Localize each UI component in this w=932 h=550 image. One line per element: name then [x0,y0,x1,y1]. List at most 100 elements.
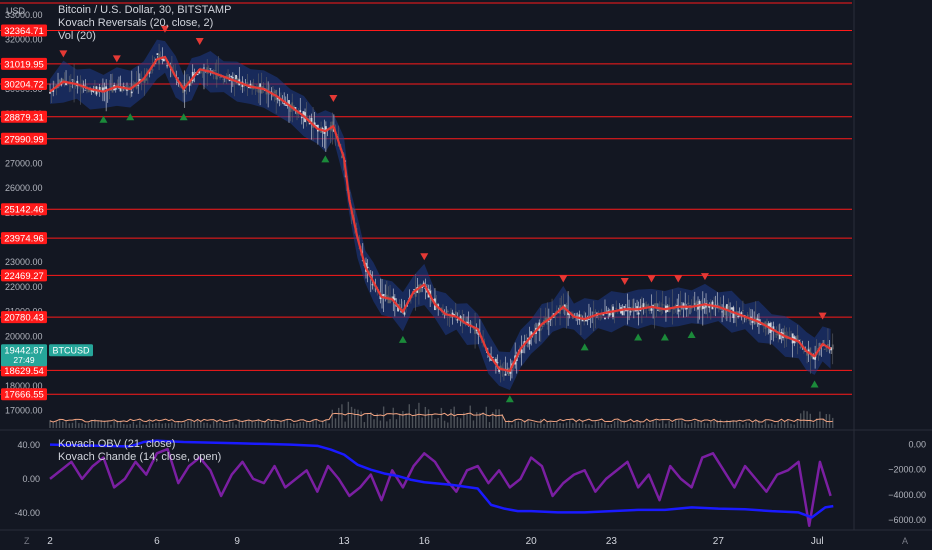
oscillator-legend[interactable]: Kovach OBV (21, close) Kovach Chande (14… [58,438,221,464]
volume-bar [556,421,558,428]
volume-bar [626,423,629,428]
volume-bar [251,421,253,428]
legend-indicator-chande[interactable]: Kovach Chande (14, close, open) [58,451,221,464]
volume-bar [469,405,471,428]
volume-bar [443,420,446,428]
level-badge-label: 25142.46 [4,205,44,216]
volume-bar [277,423,279,428]
volume-bar [373,419,375,428]
price-tick-label: 23000.00 [5,257,43,267]
candle-body [166,65,168,67]
volume-bar [694,420,696,428]
volume-bar [447,422,449,428]
volume-bar [485,406,487,428]
legend-indicator-reversals[interactable]: Kovach Reversals (20, close, 2) [58,17,231,30]
candle-body [541,325,544,328]
candle-body [403,312,406,315]
volume-bar [341,404,343,428]
volume-bar [299,422,301,428]
volume-bar [636,421,638,428]
candle-body [183,90,186,92]
volume-bar [617,420,619,428]
oscillator-tick-left: 40.00 [17,440,40,450]
volume-bar [315,419,317,428]
chart-canvas[interactable]: 33000.0032000.0031000.0030000.0029000.00… [0,0,932,550]
volume-bar [305,422,308,428]
price-tick-label: 27000.00 [5,158,43,168]
time-tick-label: 2 [47,536,53,547]
volume-bar [206,422,208,428]
candle-body [653,303,656,307]
volume-bar [456,417,459,428]
legend-indicator-volume[interactable]: Vol (20) [58,30,231,43]
volume-bar [774,424,776,428]
volume-bar [370,411,372,428]
volume-bar [511,424,513,428]
volume-bar [180,423,183,428]
candle-body [730,307,733,310]
volume-bar [129,424,131,428]
volume-bar [665,423,667,428]
candle-body [145,78,148,81]
volume-bar [639,422,641,428]
volume-bar [572,423,574,428]
volume-bar [613,421,616,428]
volume-bar [530,422,532,428]
auto-scale-button[interactable]: A [902,536,908,546]
candle-body [219,77,221,78]
legend-indicator-obv[interactable]: Kovach OBV (21, close) [58,438,221,451]
volume-bar [453,406,455,428]
candle-body [721,311,723,313]
candle-body [467,322,470,324]
chart-legend[interactable]: Bitcoin / U.S. Dollar, 30, BITSTAMP Kova… [58,4,231,43]
candle-body [799,346,802,349]
volume-bar [751,422,754,428]
candle-body [103,87,106,89]
volume-bar [597,421,600,428]
volume-bar [803,410,805,428]
candle-body [209,68,212,70]
candle-body [525,345,528,347]
candle-body [273,91,276,94]
candle-body [413,289,416,290]
volume-bar [549,422,552,428]
level-badge-label: 30204.72 [4,79,44,90]
price-tick-label: 17000.00 [5,406,43,416]
volume-bar [793,424,795,428]
volume-bar [658,423,661,428]
candle-body [588,319,590,320]
volume-bar [411,416,414,428]
level-badge-label: 31019.95 [4,59,44,70]
candle-body [446,310,449,313]
volume-bar [562,423,564,428]
volume-bar [331,409,334,428]
volume-bar [203,422,205,428]
oscillator-tick-right: 0.00 [908,440,926,450]
candle-body [737,316,740,317]
volume-bar [171,422,173,428]
volume-bar [540,419,542,428]
volume-bar [578,423,581,428]
candle-body [233,78,236,80]
volume-bar [588,424,590,428]
volume-bar [668,420,670,428]
volume-bar [344,421,346,428]
legend-title[interactable]: Bitcoin / U.S. Dollar, 30, BITSTAMP [58,4,231,17]
volume-bar [764,419,767,428]
volume-bar [328,423,330,428]
volume-bar [148,420,151,428]
candle-body [203,67,205,69]
volume-bar [135,424,138,428]
volume-bar [655,420,658,428]
timezone-button[interactable]: Z [24,536,30,546]
volume-bar [748,423,751,428]
volume-bar [681,420,683,428]
volume-bar [755,420,757,428]
candle-body [623,306,626,308]
candle-body [687,302,690,304]
volume-bar [533,422,536,428]
candle-body [456,319,459,321]
volume-bar [58,419,61,428]
candle-body [703,307,706,309]
volume-bar [520,421,523,428]
